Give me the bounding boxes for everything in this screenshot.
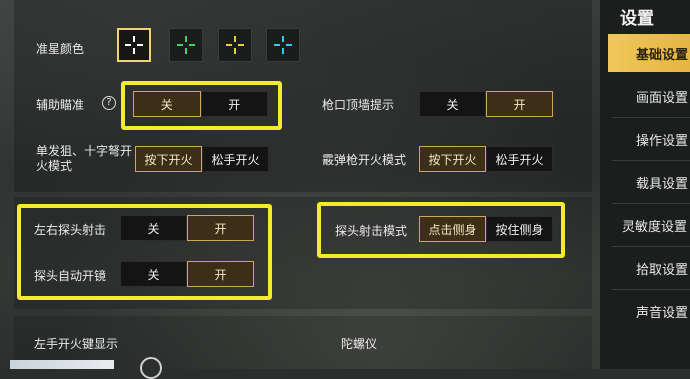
sidebar-item-basic[interactable]: 基础设置 (608, 34, 690, 72)
sidebar-item-graphics[interactable]: 画面设置 (608, 77, 690, 115)
crosshair-green-icon (177, 36, 195, 54)
peek-mode-label: 探头射击模式 (335, 224, 408, 238)
peek-scope-on-option[interactable]: 开 (187, 261, 254, 287)
crosshair-yellow-option[interactable] (218, 28, 252, 62)
single-shot-release-option[interactable]: 松手开火 (202, 146, 269, 172)
muzzle-wall-off-option[interactable]: 关 (419, 91, 486, 117)
crosshair-yellow-icon (226, 36, 244, 54)
peek-fire-toggle[interactable]: 关 开 (120, 215, 254, 241)
left-fire-button-label: 左手开火键显示 (34, 337, 119, 351)
peek-mode-tap-option[interactable]: 点击侧身 (419, 216, 486, 242)
peek-mode-hold-option[interactable]: 按住侧身 (486, 216, 553, 242)
aim-assist-toggle[interactable]: 关 开 (133, 91, 268, 117)
crosshair-color-label: 准星颜色 (36, 42, 85, 56)
shotgun-release-option[interactable]: 松手开火 (486, 146, 553, 172)
crosshair-green-option[interactable] (169, 28, 203, 62)
muzzle-wall-label: 枪口顶墙提示 (322, 98, 395, 112)
crosshair-white-option[interactable] (117, 28, 151, 62)
crosshair-white-icon (125, 36, 143, 54)
single-shot-press-option[interactable]: 按下开火 (135, 146, 202, 172)
sidebar-title: 设置 (620, 9, 654, 29)
shotgun-fire-label: 霰弹枪开火模式 (322, 153, 407, 167)
single-shot-fire-label: 单发狙、十字弩开火模式 (36, 144, 133, 173)
aim-assist-label: 辅助瞄准 (36, 98, 85, 112)
sidebar-item-pickup[interactable]: 拾取设置 (608, 249, 690, 287)
crosshair-cyan-option[interactable] (266, 28, 300, 62)
shotgun-fire-toggle[interactable]: 按下开火 松手开火 (419, 146, 553, 172)
peek-fire-on-option[interactable]: 开 (187, 215, 254, 241)
sidebar-item-audio[interactable]: 声音设置 (608, 292, 690, 330)
gyroscope-label: 陀螺仪 (341, 337, 378, 351)
circle-icon (140, 357, 162, 379)
single-shot-fire-toggle[interactable]: 按下开火 松手开火 (135, 146, 269, 172)
shotgun-press-option[interactable]: 按下开火 (419, 146, 486, 172)
peek-fire-off-option[interactable]: 关 (120, 215, 187, 241)
peek-scope-label: 探头自动开镜 (34, 269, 107, 283)
aim-assist-on-option[interactable]: 开 (200, 91, 268, 117)
sidebar-divider (612, 117, 690, 118)
sidebar-item-vehicle[interactable]: 载具设置 (608, 163, 690, 201)
crosshair-cyan-icon (274, 36, 292, 54)
sidebar-item-sensitivity[interactable]: 灵敏度设置 (608, 206, 690, 244)
sidebar-divider (612, 160, 690, 161)
preview-thumbnail (10, 360, 114, 369)
sidebar-divider (612, 246, 690, 247)
peek-scope-off-option[interactable]: 关 (120, 261, 187, 287)
peek-mode-toggle[interactable]: 点击侧身 按住侧身 (419, 216, 553, 242)
help-icon[interactable]: ? (102, 96, 116, 110)
peek-fire-label: 左右探头射击 (34, 223, 107, 237)
sidebar-divider (612, 289, 690, 290)
muzzle-wall-toggle[interactable]: 关 开 (419, 91, 553, 117)
aim-assist-off-option[interactable]: 关 (133, 91, 201, 117)
sidebar-divider (612, 203, 690, 204)
muzzle-wall-on-option[interactable]: 开 (486, 91, 553, 117)
peek-scope-toggle[interactable]: 关 开 (120, 261, 254, 287)
sidebar-item-controls[interactable]: 操作设置 (608, 120, 690, 158)
